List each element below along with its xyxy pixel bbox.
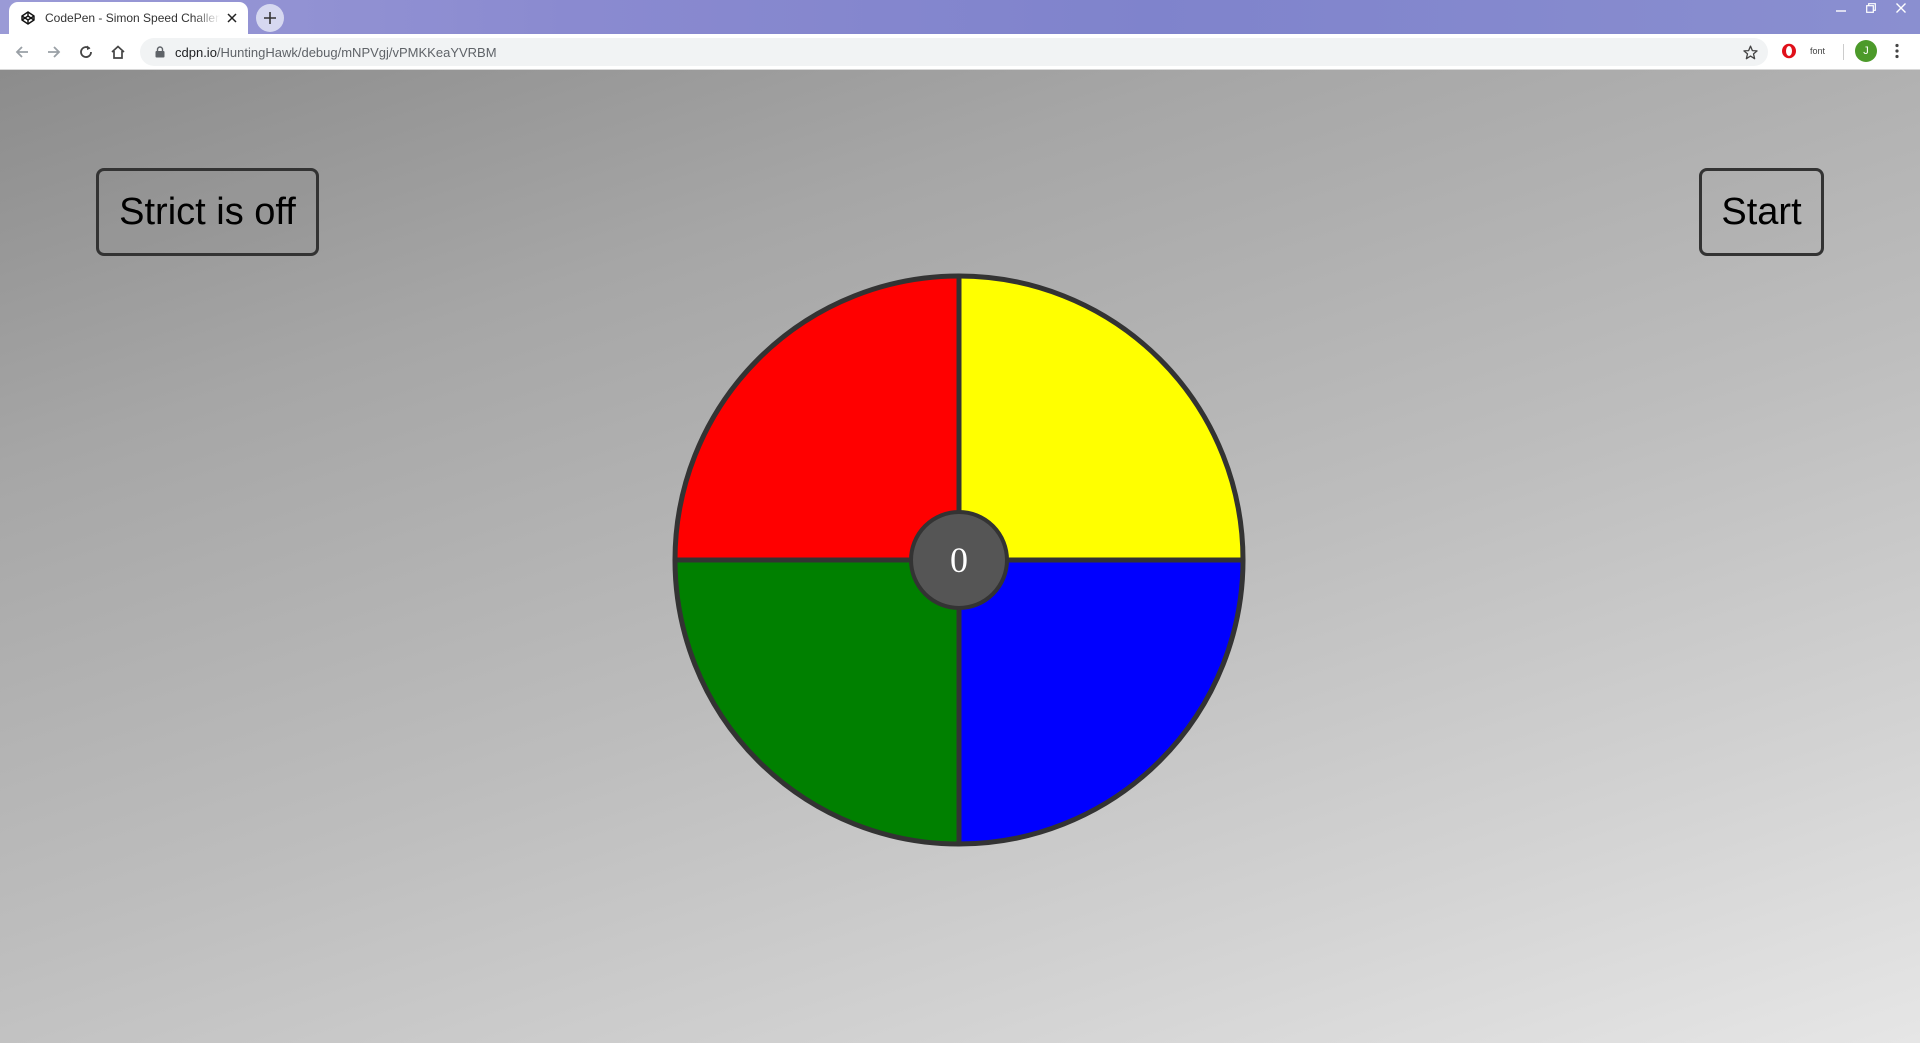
close-window-icon <box>1896 3 1906 13</box>
minimize-button[interactable] <box>1828 0 1854 16</box>
window-controls <box>1828 0 1914 16</box>
green-quadrant[interactable] <box>675 560 959 844</box>
restore-button[interactable] <box>1858 0 1884 16</box>
tab-title: CodePen - Simon Speed Challenge <box>45 11 220 25</box>
forward-button[interactable] <box>40 38 68 66</box>
plus-icon <box>264 12 276 24</box>
profile-avatar[interactable]: J <box>1855 40 1877 62</box>
url-path: /HuntingHawk/debug/mNPVgj/vPMKKeaYVRBM <box>216 44 497 60</box>
kebab-menu-icon[interactable] <box>1886 40 1908 62</box>
start-button[interactable]: Start <box>1699 168 1824 256</box>
page-content: Strict is off Start 0 <box>0 70 1920 1043</box>
reload-button[interactable] <box>72 38 100 66</box>
strict-toggle-button[interactable]: Strict is off <box>96 168 319 256</box>
home-icon <box>111 45 125 59</box>
codepen-icon <box>20 10 36 26</box>
minimize-icon <box>1836 10 1846 12</box>
restore-icon <box>1866 3 1876 13</box>
close-icon[interactable] <box>224 10 240 26</box>
close-window-button[interactable] <box>1888 0 1914 16</box>
opera-extension-icon[interactable] <box>1780 42 1798 60</box>
browser-window: CodePen - Simon Speed Challenge cdpn.io/… <box>0 0 1920 1043</box>
address-bar[interactable]: cdpn.io/HuntingHawk/debug/mNPVgj/vPMKKea… <box>140 38 1768 66</box>
tab-strip: CodePen - Simon Speed Challenge <box>0 0 1920 34</box>
tab-codepen[interactable]: CodePen - Simon Speed Challenge <box>9 2 248 34</box>
simon-board: 0 <box>671 272 1247 848</box>
url-host: cdpn.io <box>175 44 217 60</box>
browser-toolbar: cdpn.io/HuntingHawk/debug/mNPVgj/vPMKKea… <box>0 34 1920 70</box>
blue-quadrant[interactable] <box>959 560 1243 844</box>
bookmark-star-icon[interactable] <box>1742 44 1758 60</box>
score-display: 0 <box>909 510 1009 610</box>
url-text: cdpn.io/HuntingHawk/debug/mNPVgj/vPMKKea… <box>175 45 497 60</box>
font-extension-button[interactable]: font <box>1810 43 1825 59</box>
arrow-left-icon <box>15 46 28 58</box>
arrow-right-icon <box>48 46 61 58</box>
new-tab-button[interactable] <box>256 4 284 32</box>
home-button[interactable] <box>104 38 132 66</box>
lock-icon <box>153 45 167 59</box>
red-quadrant[interactable] <box>675 276 959 560</box>
toolbar-divider <box>1843 44 1844 60</box>
reload-icon <box>80 45 92 58</box>
back-button[interactable] <box>8 38 36 66</box>
yellow-quadrant[interactable] <box>959 276 1243 560</box>
